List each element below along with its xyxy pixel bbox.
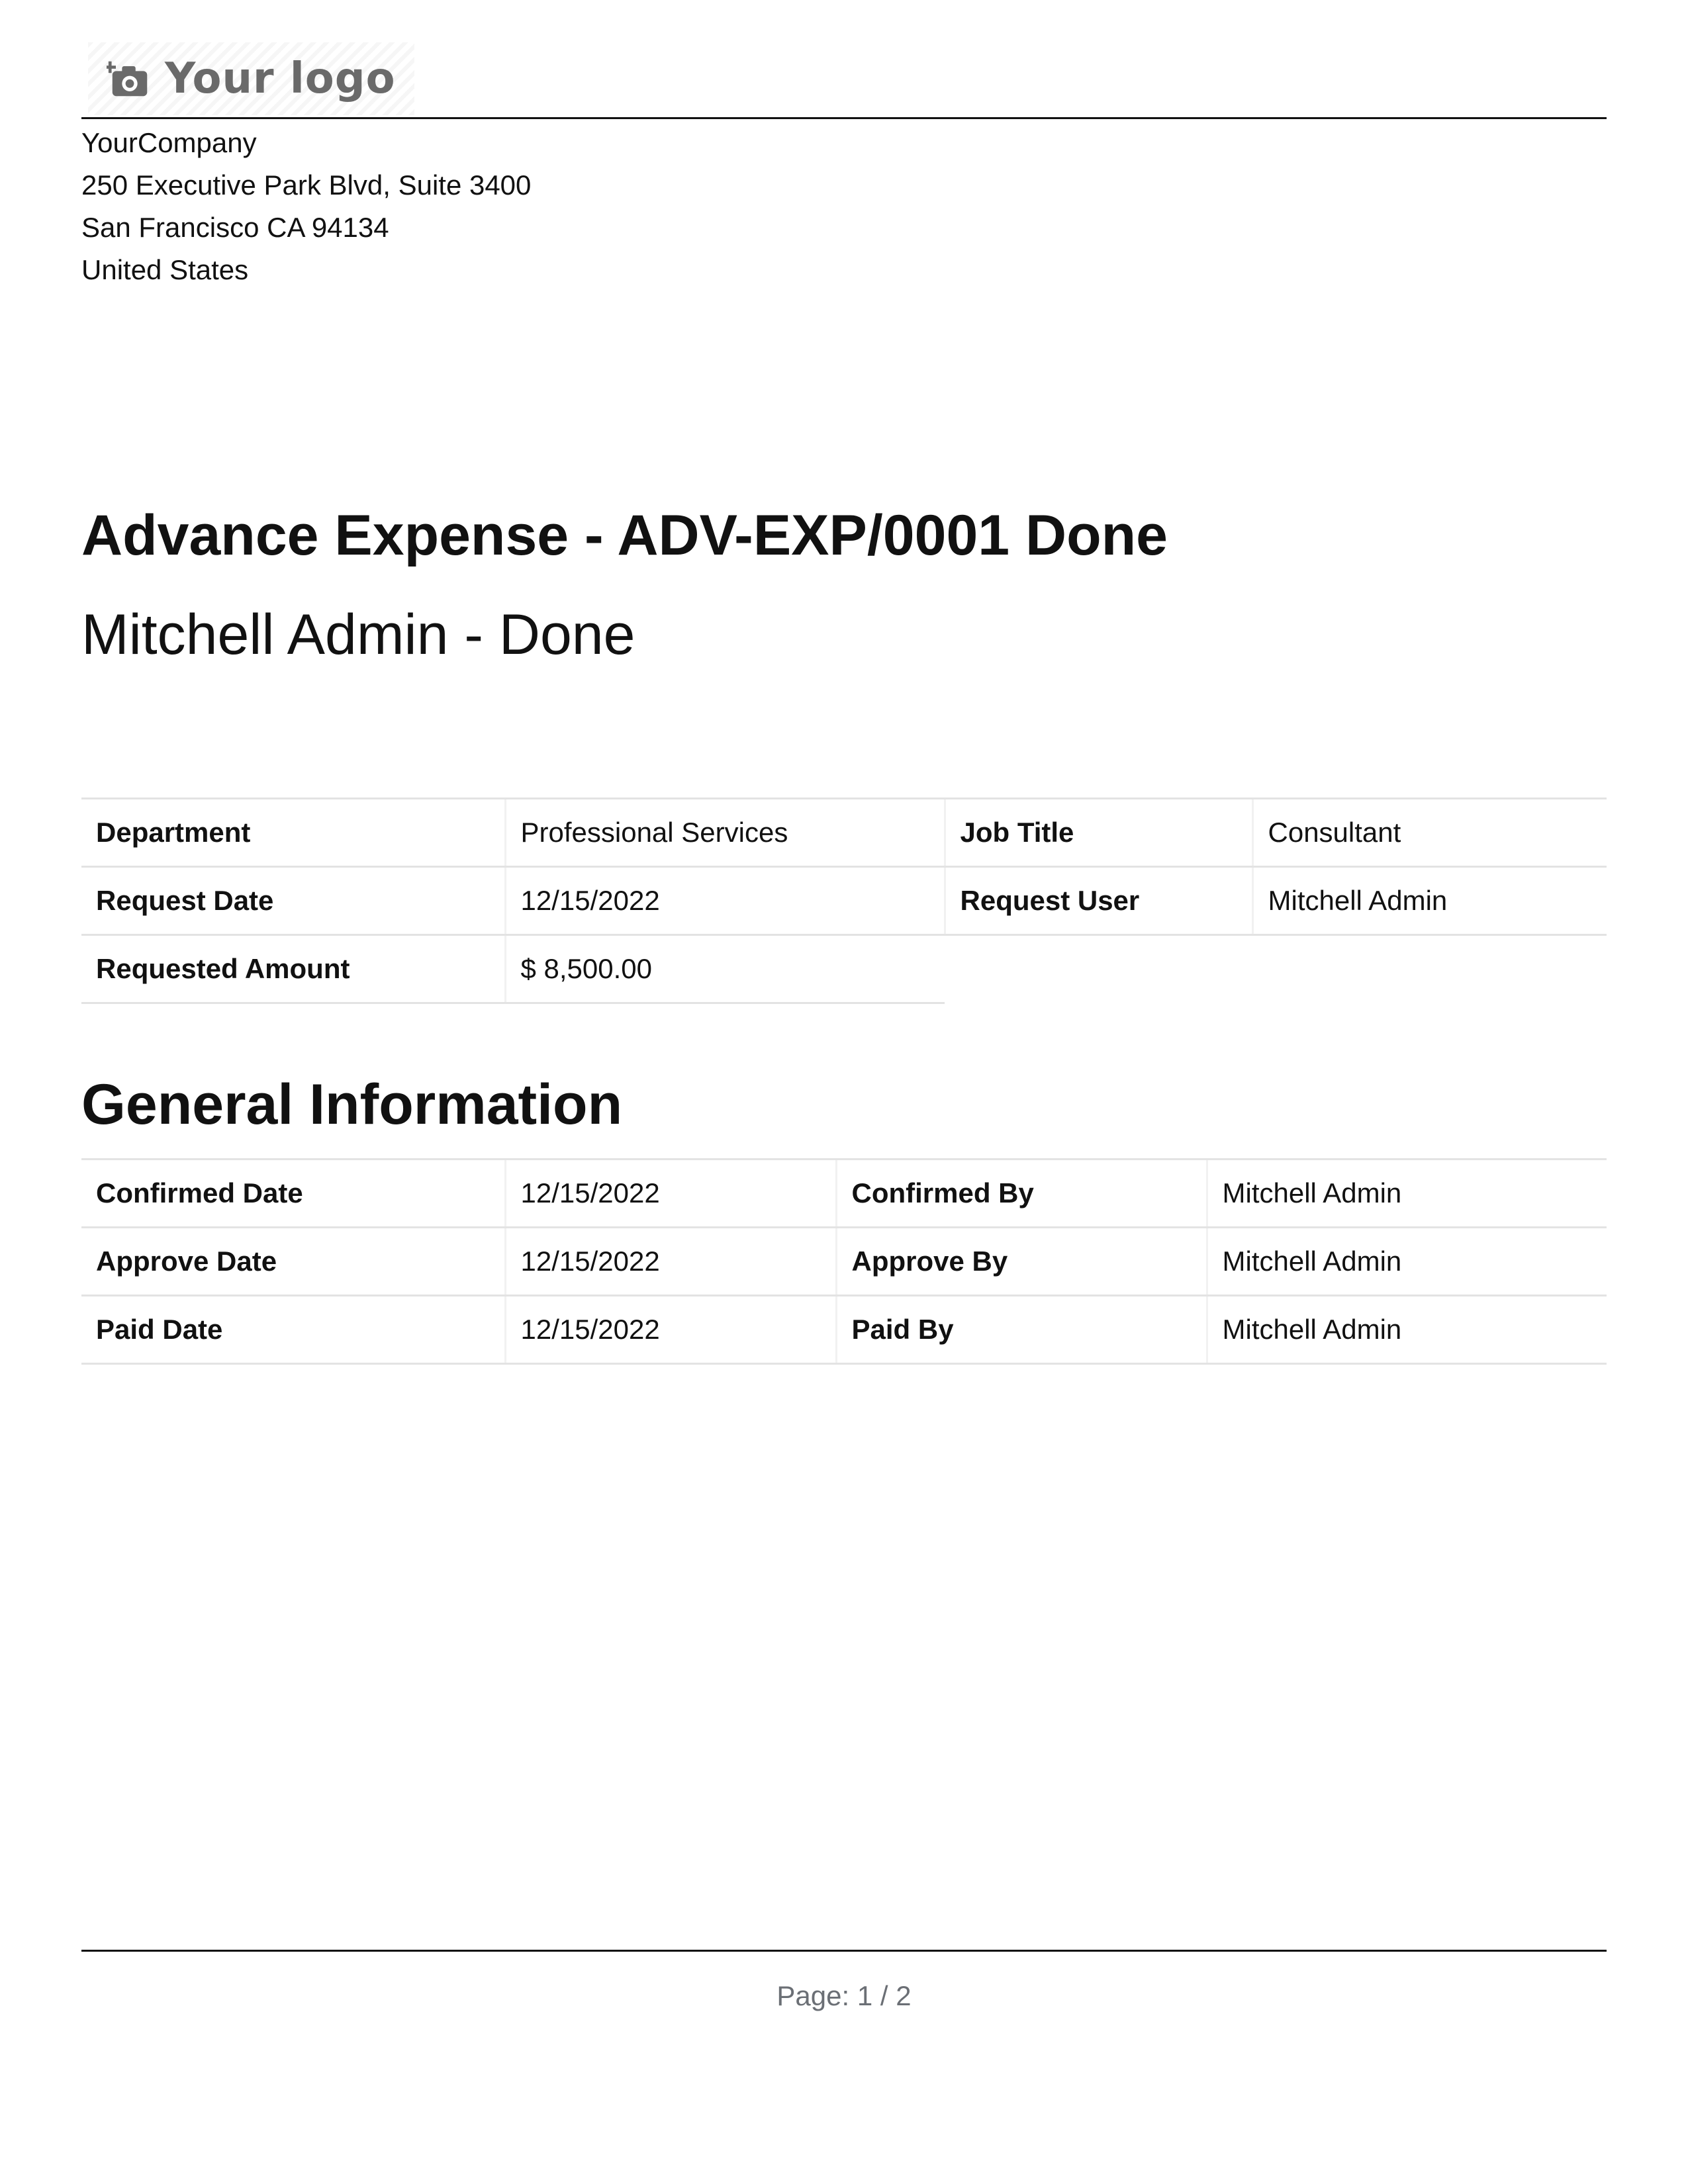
request-user-label: Request User bbox=[943, 866, 1252, 936]
table-row: Requested Amount $ 8,500.00 bbox=[81, 934, 1607, 1004]
table-row: Department Professional Services Job Tit… bbox=[81, 797, 1607, 868]
logo-text: Your logo bbox=[165, 54, 396, 103]
company-address: YourCompany 250 Executive Park Blvd, Sui… bbox=[81, 122, 531, 291]
document-title: Advance Expense - ADV-EXP/0001 Done bbox=[81, 504, 1168, 567]
expense-details-table: Department Professional Services Job Tit… bbox=[81, 797, 1607, 1004]
paid-date-value: 12/15/2022 bbox=[504, 1295, 836, 1365]
paid-by-value: Mitchell Admin bbox=[1205, 1295, 1607, 1365]
approve-date-label: Approve Date bbox=[81, 1226, 505, 1297]
report-page: Your logo YourCompany 250 Executive Park… bbox=[81, 0, 1607, 2184]
confirmed-date-label: Confirmed Date bbox=[81, 1158, 505, 1228]
company-country: United States bbox=[81, 254, 249, 285]
table-row: Confirmed Date 12/15/2022 Confirmed By M… bbox=[81, 1158, 1607, 1228]
request-user-value: Mitchell Admin bbox=[1251, 866, 1607, 936]
approve-by-label: Approve By bbox=[835, 1226, 1207, 1297]
confirmed-date-value: 12/15/2022 bbox=[504, 1158, 836, 1228]
job-title-label: Job Title bbox=[943, 797, 1252, 868]
department-label: Department bbox=[81, 797, 505, 868]
company-city-line: San Francisco CA 94134 bbox=[81, 212, 389, 243]
general-information-heading: General Information bbox=[81, 1073, 623, 1136]
confirmed-by-label: Confirmed By bbox=[835, 1158, 1207, 1228]
department-value: Professional Services bbox=[504, 797, 945, 868]
company-street: 250 Executive Park Blvd, Suite 3400 bbox=[81, 169, 532, 201]
empty-cell bbox=[945, 935, 1252, 1003]
request-date-value: 12/15/2022 bbox=[504, 866, 945, 936]
job-title-value: Consultant bbox=[1251, 797, 1607, 868]
paid-by-label: Paid By bbox=[835, 1295, 1207, 1365]
requested-amount-value: $ 8,500.00 bbox=[504, 934, 945, 1004]
company-logo: Your logo bbox=[88, 42, 414, 115]
empty-cell bbox=[1252, 935, 1607, 1003]
company-name: YourCompany bbox=[81, 127, 257, 158]
paid-date-label: Paid Date bbox=[81, 1295, 505, 1365]
general-information-table: Confirmed Date 12/15/2022 Confirmed By M… bbox=[81, 1158, 1607, 1365]
request-date-label: Request Date bbox=[81, 866, 505, 936]
approve-by-value: Mitchell Admin bbox=[1205, 1226, 1607, 1297]
requested-amount-label: Requested Amount bbox=[81, 934, 505, 1004]
table-row: Paid Date 12/15/2022 Paid By Mitchell Ad… bbox=[81, 1295, 1607, 1365]
confirmed-by-value: Mitchell Admin bbox=[1205, 1158, 1607, 1228]
camera-add-icon bbox=[107, 61, 148, 97]
table-row: Request Date 12/15/2022 Request User Mit… bbox=[81, 866, 1607, 936]
document-subtitle: Mitchell Admin - Done bbox=[81, 603, 635, 666]
page-number: Page: 1 / 2 bbox=[776, 1980, 912, 2011]
footer-divider bbox=[81, 1950, 1607, 1952]
table-row: Approve Date 12/15/2022 Approve By Mitch… bbox=[81, 1226, 1607, 1297]
approve-date-value: 12/15/2022 bbox=[504, 1226, 836, 1297]
header-divider bbox=[81, 117, 1607, 119]
